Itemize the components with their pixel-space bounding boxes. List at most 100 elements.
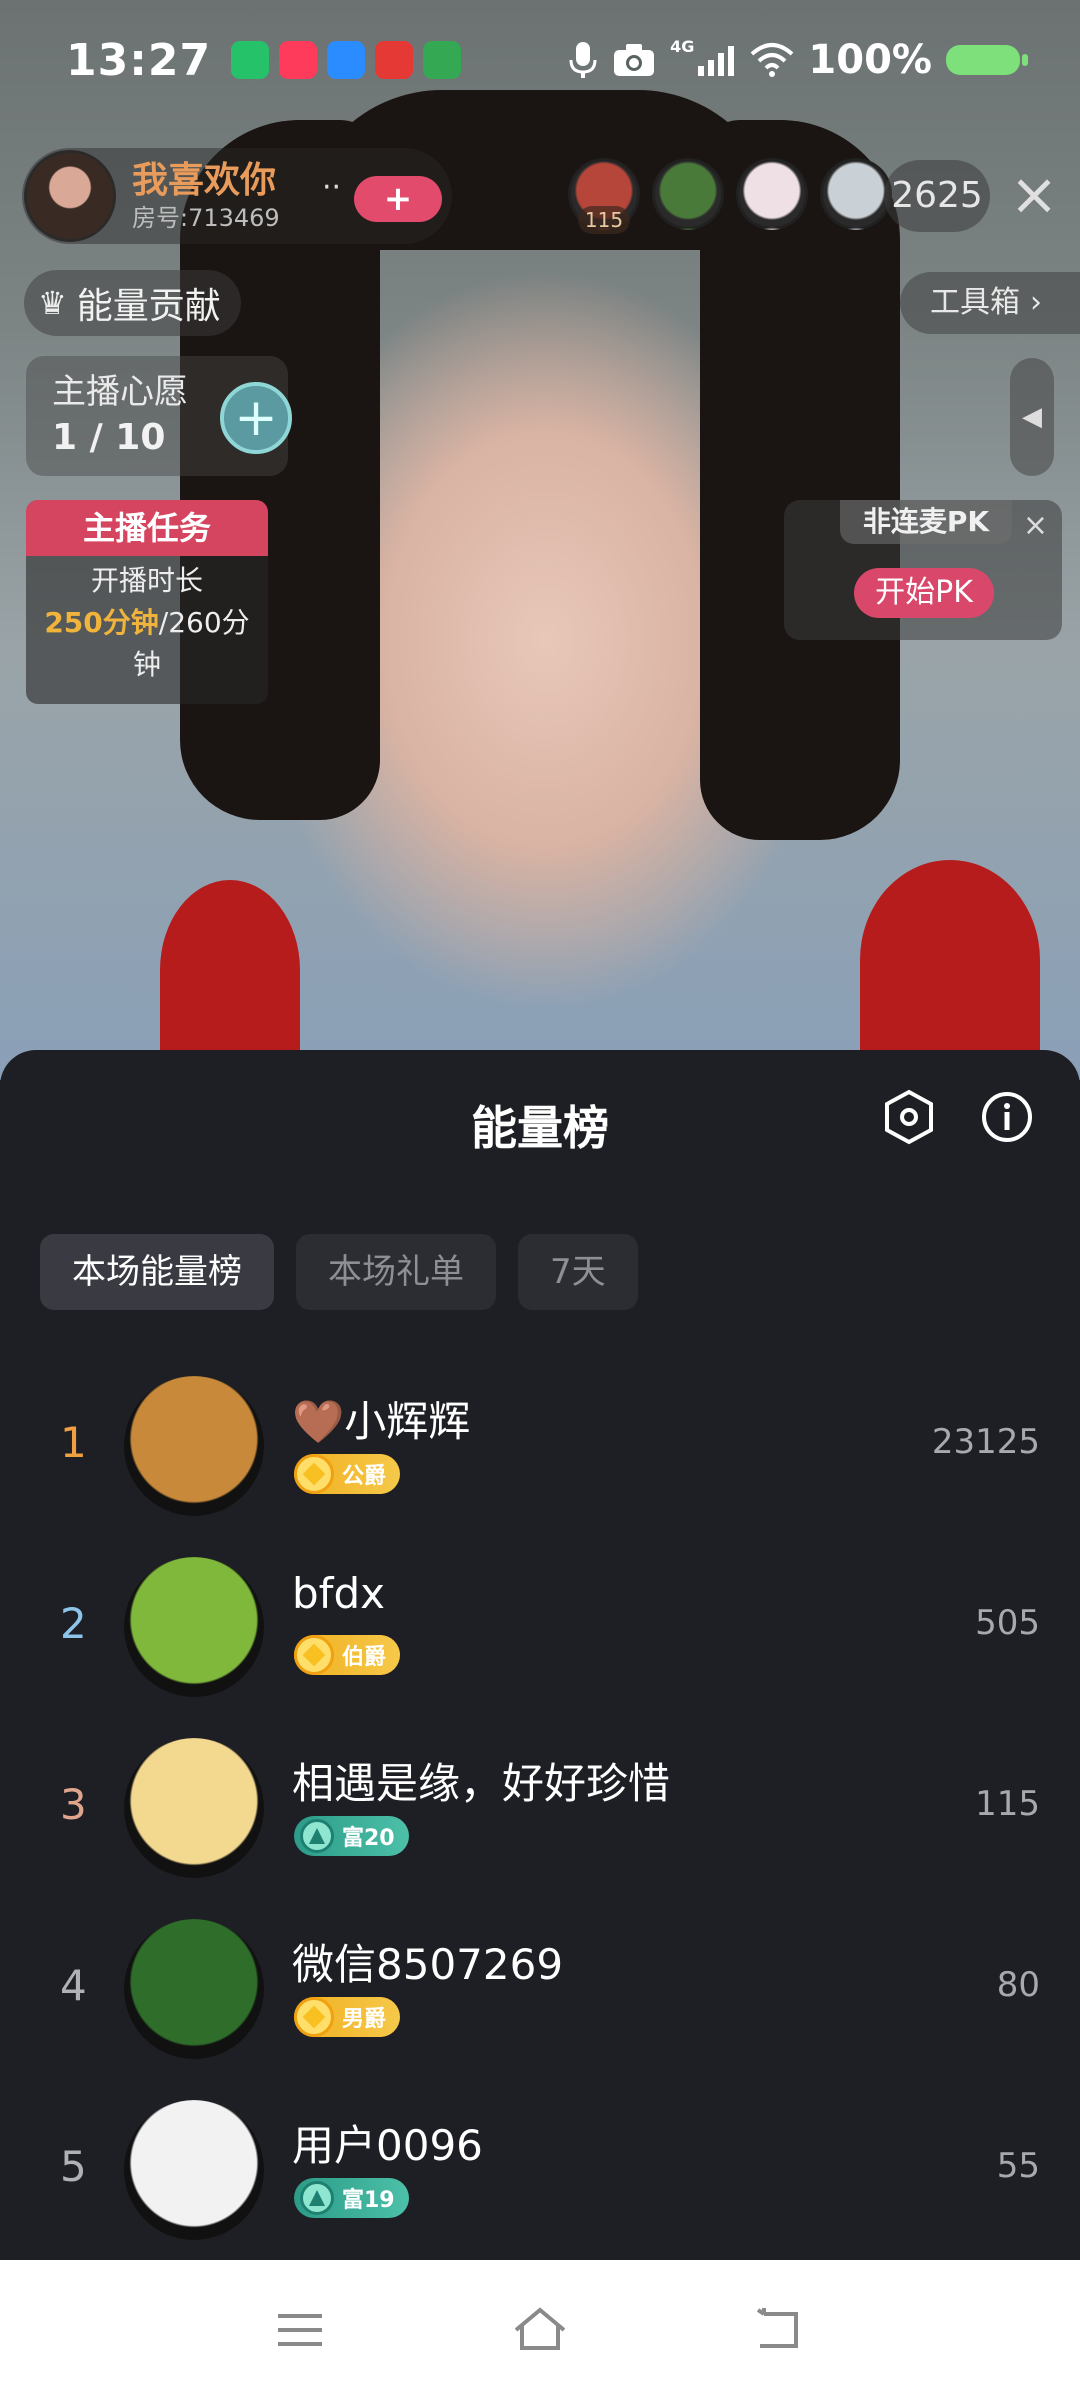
side-panel-toggle-button[interactable]: ◀ [1010, 358, 1054, 476]
badge-gem-icon [300, 1819, 334, 1853]
wifi-icon [751, 43, 794, 77]
user-avatar[interactable] [124, 1919, 264, 2059]
user-name: 🤎小辉辉 [292, 1397, 471, 1446]
chevron-right-icon: › [1030, 285, 1042, 320]
host-avatar[interactable] [24, 150, 116, 242]
energy-score: 23125 [931, 1422, 1040, 1462]
wish-add-button[interactable]: + [220, 382, 292, 454]
leaderboard-row[interactable]: 1 🤎小辉辉公爵 23125 [0, 1372, 1080, 1522]
badge-gem-icon [300, 2181, 334, 2215]
tab-1[interactable]: 本场能量榜 [40, 1234, 274, 1310]
battery-percentage: 100% [808, 37, 932, 83]
system-navigation-bar [0, 2260, 1080, 2400]
status-indicators: 4G 100% [568, 36, 1028, 83]
plus-icon: + [234, 388, 278, 448]
leaderboard-tabs: 本场能量榜 本场礼单 7天 [40, 1234, 638, 1310]
notification-app-icons [231, 41, 462, 79]
badge-gem-icon [294, 1997, 334, 2037]
user-level-badge: 富20 [294, 1816, 409, 1856]
leaderboard-row[interactable]: 5 用户0096 富19 55 [0, 2096, 1080, 2246]
user-level-badge: 公爵 [294, 1454, 401, 1494]
video-background-sign-left [160, 880, 300, 1060]
user-level-badge: 富19 [294, 2178, 409, 2218]
microphone-icon [569, 42, 597, 78]
energy-score: 115 [975, 1784, 1040, 1824]
home-icon[interactable] [510, 2300, 570, 2360]
user-avatar[interactable] [124, 2100, 264, 2240]
task-target-value: /260分 [158, 606, 250, 639]
leaderboard-row[interactable]: 2 bfdx 伯爵 505 [0, 1553, 1080, 1703]
badge-label: 男爵 [342, 2007, 387, 2032]
leaderboard-row[interactable]: 3 相遇是缘，好好珍惜富20 115 [0, 1734, 1080, 1884]
host-more-icon[interactable]: ·· [322, 170, 341, 205]
rank-number: 2 [60, 1599, 87, 1648]
energy-score: 55 [996, 2146, 1040, 2186]
room-number: 房号:713469 [132, 204, 280, 232]
rank-number: 3 [60, 1780, 87, 1829]
back-icon[interactable] [750, 2300, 810, 2360]
signal-icon [698, 46, 735, 76]
info-icon[interactable] [980, 1090, 1034, 1144]
rank-number: 5 [60, 2142, 87, 2191]
play-app-icon [423, 41, 462, 79]
energy-score: 80 [996, 1965, 1040, 2005]
follow-button[interactable]: + [354, 176, 442, 222]
task-description: 开播时长 [90, 564, 203, 597]
user-avatar[interactable] [124, 1376, 264, 1516]
video-app-icon [279, 41, 318, 79]
rank-number: 1 [60, 1418, 87, 1467]
task-current-value: 250分钟 [44, 606, 159, 639]
badge-label: 公爵 [342, 1464, 387, 1489]
energy-score: 505 [975, 1603, 1040, 1643]
tab-3[interactable]: 7天 [518, 1234, 638, 1310]
battery-icon [946, 45, 1028, 75]
host-task-card[interactable]: 主播任务 开播时长 250分钟/260分 钟 [26, 500, 268, 704]
badge-label: 伯爵 [342, 1645, 387, 1670]
user-level-badge: 男爵 [294, 1997, 401, 2037]
menu-icon[interactable] [270, 2300, 330, 2360]
user-name: 微信8507269 [292, 1940, 564, 1989]
crown-icon: ♛ [38, 284, 67, 322]
viewer-avatar[interactable] [736, 158, 808, 230]
host-task-header: 主播任务 [26, 500, 268, 556]
energy-contribution-button[interactable]: ♛ 能量贡献 [24, 270, 241, 336]
user-avatar[interactable] [124, 1738, 264, 1878]
badge-gem-icon [294, 1454, 334, 1494]
toutiao-app-icon [375, 41, 414, 79]
energy-leaderboard-sheet: 能量榜 本场能量榜 本场礼单 7天 1 🤎小辉辉 公爵 23125 2 bfdx 伯爵 505 3 相… [0, 1050, 1080, 2260]
pk-card: 非连麦PK × 开始PK [784, 500, 1062, 640]
pk-title: 非连麦PK [840, 500, 1012, 544]
triangle-left-icon: ◀ [1022, 402, 1042, 432]
rank-number: 4 [60, 1961, 87, 2010]
energy-contribution-label: 能量贡献 [76, 286, 221, 327]
user-name: 用户0096 [292, 2121, 483, 2170]
task-target-unit: 钟 [132, 648, 161, 681]
user-name: 相遇是缘，好好珍惜 [292, 1759, 671, 1808]
tab-2[interactable]: 本场礼单 [296, 1234, 496, 1310]
viewer-avatar[interactable] [820, 158, 892, 230]
start-pk-button[interactable]: 开始PK [854, 568, 994, 618]
plus-icon: + [383, 179, 413, 219]
close-live-button[interactable]: × [1004, 164, 1064, 224]
wechat-style-app-icon [231, 41, 270, 79]
user-level-badge: 伯爵 [294, 1635, 401, 1675]
user-name: bfdx [292, 1569, 385, 1618]
browser-app-icon [327, 41, 366, 79]
video-background-sign-right [860, 860, 1040, 1060]
status-bar: 13:27 4G 100% [0, 0, 1080, 120]
viewer-contribution-badge: 115 [578, 206, 630, 234]
camera-icon [614, 44, 655, 76]
badge-gem-icon [294, 1635, 334, 1675]
network-type-label: 4G [670, 36, 695, 56]
badge-label: 富20 [342, 1826, 395, 1851]
badge-label: 富19 [342, 2188, 395, 2213]
user-avatar[interactable] [124, 1557, 264, 1697]
viewer-count[interactable]: 2625 [884, 160, 990, 232]
pk-close-icon[interactable]: × [1023, 508, 1048, 543]
hexagon-settings-icon[interactable] [880, 1088, 938, 1146]
toolbox-label: 工具箱 [930, 285, 1020, 320]
leaderboard-row[interactable]: 4 微信8507269 男爵 80 [0, 1915, 1080, 2065]
toolbox-button[interactable]: 工具箱 › [900, 272, 1080, 334]
status-time: 13:27 [66, 34, 212, 86]
viewer-avatar[interactable] [652, 158, 724, 230]
